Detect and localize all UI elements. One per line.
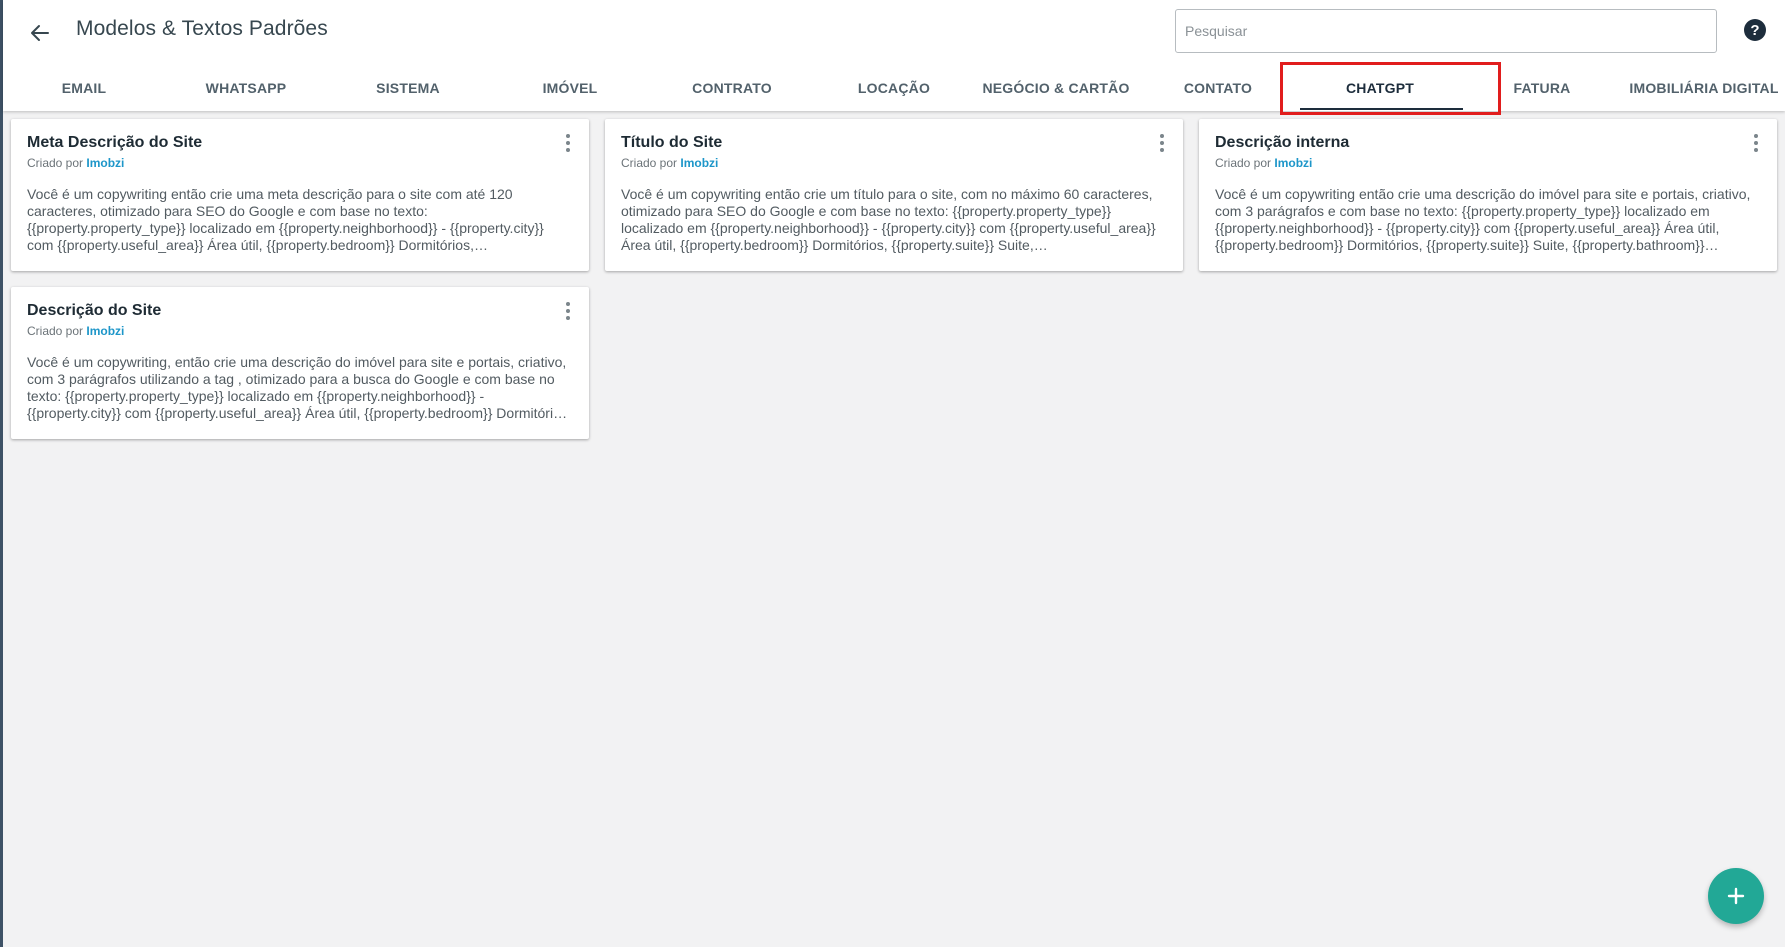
search-input[interactable] <box>1176 10 1716 52</box>
tab-chatgpt[interactable]: CHATGPT <box>1299 64 1461 111</box>
tab-contato[interactable]: CONTATO <box>1137 64 1299 111</box>
more-vert-icon[interactable] <box>562 300 574 322</box>
author-prefix: Criado por <box>27 156 84 170</box>
top-header: Modelos & Textos Padrões ? EMAIL WHATSAP… <box>3 0 1785 111</box>
author-link[interactable]: Imobzi <box>1274 156 1312 170</box>
author-link[interactable]: Imobzi <box>86 156 124 170</box>
template-card[interactable]: Meta Descrição do Site Criado por Imobzi… <box>11 119 589 271</box>
plus-icon <box>1727 887 1745 905</box>
card-author: Criado por Imobzi <box>621 156 1167 170</box>
more-vert-icon[interactable] <box>1750 132 1762 154</box>
help-icon[interactable]: ? <box>1744 19 1766 41</box>
card-text: Você é um copywriting então crie um títu… <box>621 186 1156 253</box>
template-card[interactable]: Descrição interna Criado por Imobzi Você… <box>1199 119 1777 271</box>
card-title: Título do Site <box>621 134 723 151</box>
tab-imobiliaria-digital[interactable]: IMOBILIÁRIA DIGITAL <box>1623 64 1785 111</box>
tab-locacao[interactable]: LOCAÇÃO <box>813 64 975 111</box>
author-prefix: Criado por <box>27 324 84 338</box>
search-field[interactable] <box>1175 9 1717 53</box>
card-author: Criado por Imobzi <box>1215 156 1761 170</box>
active-tab-indicator <box>1300 108 1463 110</box>
app-root: Modelos & Textos Padrões ? EMAIL WHATSAP… <box>0 0 1785 947</box>
template-card[interactable]: Título do Site Criado por Imobzi Você é … <box>605 119 1183 271</box>
card-title: Descrição interna <box>1215 134 1350 151</box>
card-author: Criado por Imobzi <box>27 156 573 170</box>
tab-whatsapp[interactable]: WHATSAPP <box>165 64 327 111</box>
author-link[interactable]: Imobzi <box>86 324 124 338</box>
tab-contrato[interactable]: CONTRATO <box>651 64 813 111</box>
card-author: Criado por Imobzi <box>27 324 573 338</box>
card-text: Você é um copywriting então crie uma met… <box>27 186 544 253</box>
page-title: Modelos & Textos Padrões <box>76 17 328 40</box>
card-title: Descrição do Site <box>27 302 162 319</box>
card-text: Você é um copywriting então crie uma des… <box>1215 186 1751 253</box>
add-template-button[interactable] <box>1708 868 1764 924</box>
card-text: Você é um copywriting, então crie uma de… <box>27 354 572 421</box>
tab-fatura[interactable]: FATURA <box>1461 64 1623 111</box>
tab-imovel[interactable]: IMÓVEL <box>489 64 651 111</box>
tab-negocio-cartao[interactable]: NEGÓCIO & CARTÃO <box>975 64 1137 111</box>
author-link[interactable]: Imobzi <box>680 156 718 170</box>
help-symbol: ? <box>1750 21 1760 39</box>
category-tabs: EMAIL WHATSAPP SISTEMA IMÓVEL CONTRATO L… <box>3 64 1785 111</box>
card-title: Meta Descrição do Site <box>27 134 203 151</box>
template-card[interactable]: Descrição do Site Criado por Imobzi Você… <box>11 287 589 439</box>
author-prefix: Criado por <box>621 156 678 170</box>
more-vert-icon[interactable] <box>562 132 574 154</box>
tab-email[interactable]: EMAIL <box>3 64 165 111</box>
back-button[interactable] <box>25 18 55 48</box>
tab-sistema[interactable]: SISTEMA <box>327 64 489 111</box>
arrow-left-icon <box>31 25 49 41</box>
author-prefix: Criado por <box>1215 156 1272 170</box>
more-vert-icon[interactable] <box>1156 132 1168 154</box>
